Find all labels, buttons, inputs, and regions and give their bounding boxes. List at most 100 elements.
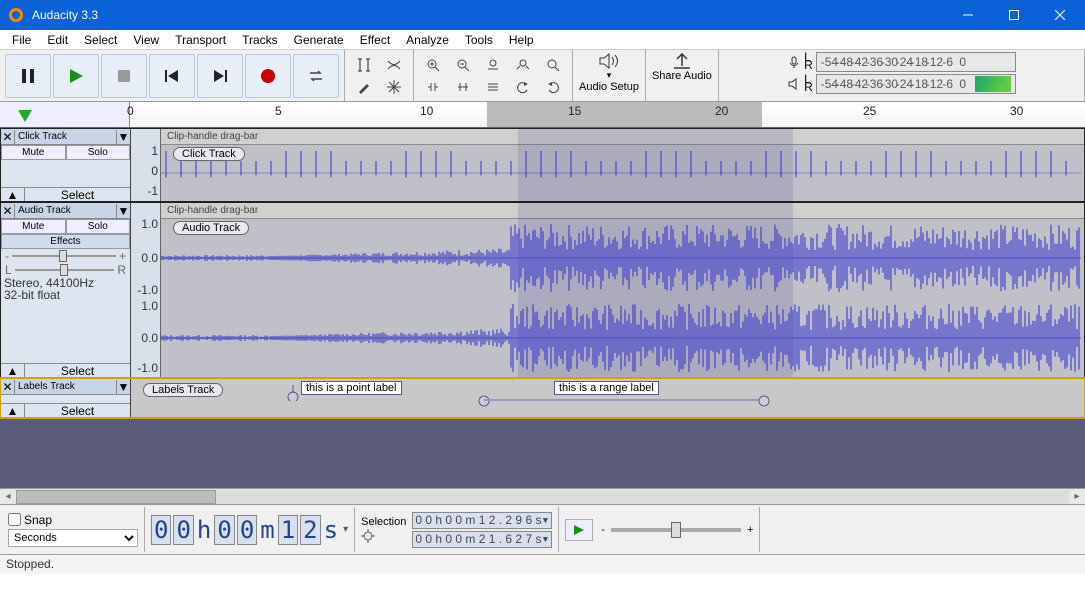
multi-tool[interactable] xyxy=(380,77,408,97)
clip-name-label[interactable]: Click Track xyxy=(173,147,245,161)
menu-tools[interactable]: Tools xyxy=(457,31,501,49)
effects-button[interactable]: Effects xyxy=(1,234,130,249)
pause-button[interactable] xyxy=(5,54,51,98)
app-icon xyxy=(8,7,24,23)
track-menu-button[interactable]: ▼ xyxy=(116,130,130,144)
timeline-ruler-row: 0 5 10 15 20 25 30 xyxy=(0,102,1085,128)
track-menu-button[interactable]: ▼ xyxy=(116,204,130,218)
mute-button[interactable]: Mute xyxy=(1,145,66,160)
skip-start-button[interactable] xyxy=(149,54,195,98)
horizontal-scrollbar[interactable]: ◂ ▸ xyxy=(0,488,1085,504)
scroll-right-button[interactable]: ▸ xyxy=(1069,491,1085,502)
minimize-button[interactable] xyxy=(945,0,991,30)
gear-icon[interactable] xyxy=(361,529,375,543)
stop-button[interactable] xyxy=(101,54,147,98)
click-track-body[interactable]: Clip-handle drag-bar Click Track xyxy=(161,129,1084,201)
menu-transport[interactable]: Transport xyxy=(167,31,234,49)
scrollbar-thumb[interactable] xyxy=(16,490,216,504)
silence-button[interactable] xyxy=(449,77,477,97)
clip-name-label[interactable]: Audio Track xyxy=(173,221,249,235)
zoom-toggle-button[interactable] xyxy=(539,55,567,75)
toolbar-row: ▾ Audio Setup Share Audio LR -54-48-42-3… xyxy=(0,50,1085,102)
audio-track: ✕ Audio Track ▼ Mute Solo Effects -+ LR … xyxy=(0,202,1085,378)
menu-generate[interactable]: Generate xyxy=(286,31,352,49)
track-close-button[interactable]: ✕ xyxy=(1,204,15,218)
playback-speed-slider[interactable] xyxy=(611,528,741,532)
timeline-ruler[interactable]: 0 5 10 15 20 25 30 xyxy=(130,102,1085,127)
redo-button[interactable] xyxy=(539,77,567,97)
menu-view[interactable]: View xyxy=(125,31,167,49)
menu-file[interactable]: File xyxy=(4,31,39,49)
track-name[interactable]: Labels Track xyxy=(15,381,116,392)
share-audio-button[interactable]: Share Audio xyxy=(646,50,719,101)
meters-toolbar: LR -54-48-42-36-30-24-18-12-60 LR -54-48… xyxy=(719,50,1085,101)
transport-toolbar xyxy=(0,50,345,101)
track-menu-button[interactable]: ▼ xyxy=(116,380,130,394)
audio-track-control-panel: ✕ Audio Track ▼ Mute Solo Effects -+ LR … xyxy=(1,203,131,377)
gain-slider[interactable]: -+ xyxy=(1,249,130,263)
selection-tool[interactable] xyxy=(350,55,378,75)
labels-track-body[interactable]: Labels Track this is a point label this … xyxy=(131,379,1084,417)
pan-slider[interactable]: LR xyxy=(1,263,130,277)
point-label[interactable]: this is a point label xyxy=(287,385,299,401)
mute-button[interactable]: Mute xyxy=(1,219,66,234)
menu-select[interactable]: Select xyxy=(76,31,125,49)
maximize-button[interactable] xyxy=(991,0,1037,30)
recording-meter[interactable]: -54-48-42-36-30-24-18-12-60 xyxy=(816,52,1016,72)
loop-button[interactable] xyxy=(293,54,339,98)
rec-meter-lr: LR xyxy=(804,54,813,70)
audio-track-vscale[interactable]: 1.0 0.0 -1.0 1.0 0.0 -1.0 xyxy=(131,203,161,377)
menu-tracks[interactable]: Tracks xyxy=(234,31,286,49)
select-track-button[interactable]: Select xyxy=(25,364,130,377)
audio-setup-button[interactable]: ▾ Audio Setup xyxy=(573,50,646,101)
snap-checkbox[interactable]: Snap xyxy=(8,513,138,527)
speaker-meter-icon[interactable] xyxy=(787,77,801,91)
collapse-button[interactable]: ▲ xyxy=(1,404,25,417)
labels-track: ✕ Labels Track ▼ ▲ Select Labels Track t… xyxy=(0,378,1085,418)
select-track-button[interactable]: Select xyxy=(25,404,130,417)
playhead-icon[interactable] xyxy=(18,110,32,122)
play-button[interactable] xyxy=(53,54,99,98)
zoom-out-button[interactable] xyxy=(449,55,477,75)
selection-end-time[interactable]: 0 0 h 0 0 m 2 1 . 6 2 7 s▾ xyxy=(412,531,552,548)
track-close-button[interactable]: ✕ xyxy=(1,130,15,144)
track-name[interactable]: Audio Track xyxy=(15,205,116,216)
draw-tool[interactable] xyxy=(350,77,378,97)
selection-start-time[interactable]: 0 0 h 0 0 m 1 2 . 2 9 6 s▾ xyxy=(412,512,552,529)
fit-project-button[interactable] xyxy=(509,55,537,75)
fit-selection-button[interactable] xyxy=(479,55,507,75)
track-close-button[interactable]: ✕ xyxy=(1,380,15,394)
ruler-corner xyxy=(0,102,130,127)
track-format-info: Stereo, 44100Hz32-bit float xyxy=(1,277,130,303)
time-counter[interactable]: 00h 00m 12s ▾ xyxy=(151,515,348,545)
solo-button[interactable]: Solo xyxy=(66,145,131,160)
edit-toolbar xyxy=(414,50,573,101)
sync-lock-button[interactable] xyxy=(479,77,507,97)
menu-analyze[interactable]: Analyze xyxy=(398,31,457,49)
collapse-button[interactable]: ▲ xyxy=(1,188,25,201)
zoom-in-button[interactable] xyxy=(419,55,447,75)
click-track-vscale[interactable]: 1 0 -1 xyxy=(131,129,161,201)
envelope-tool[interactable] xyxy=(380,55,408,75)
menu-help[interactable]: Help xyxy=(501,31,542,49)
undo-button[interactable] xyxy=(509,77,537,97)
menu-edit[interactable]: Edit xyxy=(39,31,76,49)
close-button[interactable] xyxy=(1037,0,1083,30)
collapse-button[interactable]: ▲ xyxy=(1,364,25,377)
trim-button[interactable] xyxy=(419,77,447,97)
snap-unit-select[interactable]: Seconds xyxy=(8,529,138,547)
click-track: ✕ Click Track ▼ Mute Solo ▲ Select 1 0 -… xyxy=(0,128,1085,202)
play-at-speed-button[interactable] xyxy=(565,519,593,541)
playback-meter[interactable]: -54-48-42-36-30-24-18-12-60 xyxy=(816,74,1016,94)
menu-effect[interactable]: Effect xyxy=(352,31,398,49)
skip-end-button[interactable] xyxy=(197,54,243,98)
track-name[interactable]: Click Track xyxy=(15,131,116,142)
audio-track-body[interactable]: Clip-handle drag-bar Audio Track xyxy=(161,203,1084,377)
snap-group: Snap Seconds xyxy=(2,507,145,552)
select-track-button[interactable]: Select xyxy=(25,188,130,201)
speaker-icon xyxy=(598,52,620,70)
scroll-left-button[interactable]: ◂ xyxy=(0,491,16,502)
mic-icon[interactable] xyxy=(787,55,801,69)
record-button[interactable] xyxy=(245,54,291,98)
solo-button[interactable]: Solo xyxy=(66,219,131,234)
